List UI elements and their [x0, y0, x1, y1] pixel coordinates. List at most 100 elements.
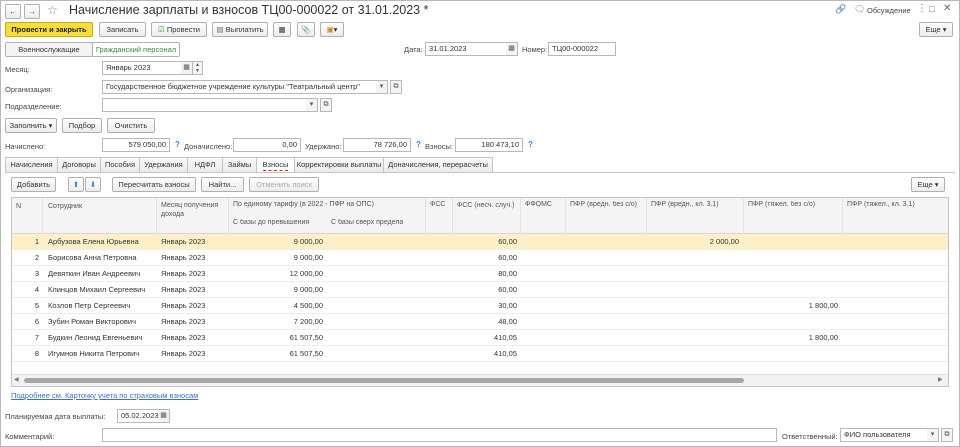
cell-n[interactable]: 2	[12, 250, 39, 265]
cell-base[interactable]: 9 000,00	[233, 282, 323, 297]
toggle-civil[interactable]: Гражданский персонал	[92, 42, 180, 57]
report-button[interactable]: ▦	[273, 22, 291, 37]
department-open-icon[interactable]: ⧉	[320, 98, 332, 112]
responsible-dropdown-icon[interactable]: ▾	[927, 428, 939, 442]
cell-base[interactable]: 9 000,00	[233, 250, 323, 265]
save-button[interactable]: Записать	[99, 22, 146, 37]
cancel-search-button[interactable]: Отменить поиск	[249, 177, 319, 192]
cell-n[interactable]: 5	[12, 298, 39, 313]
month-field[interactable]: Январь 2023	[102, 61, 182, 75]
cell-month[interactable]: Январь 2023	[161, 234, 226, 249]
header-fss[interactable]: ФСС	[430, 201, 445, 208]
month-calendar-icon[interactable]: ▦	[181, 61, 193, 75]
close-icon[interactable]: ✕	[943, 3, 951, 14]
cell-pfr-heavy[interactable]	[748, 250, 838, 265]
tab-more-button[interactable]: Еще ▾	[911, 177, 945, 192]
maximize-icon[interactable]: □	[929, 4, 934, 14]
header-pfr-harm[interactable]: ПФР (вредн. без с/о)	[570, 201, 637, 208]
department-field[interactable]	[102, 98, 307, 112]
month-stepper[interactable]: ▲ ▼	[193, 61, 203, 75]
cell-fss-acc[interactable]: 410,05	[457, 330, 517, 345]
table-row[interactable]: 4 Клинцов Михаил Сергеевич Январь 2023 9 00…	[12, 282, 948, 298]
responsible-field[interactable]: ФИО пользователя	[840, 428, 928, 442]
table-row[interactable]: 2 Борисова Анна Петровна Январь 2023 9 000,…	[12, 250, 948, 266]
cell-pfr-harm-cl[interactable]	[651, 346, 739, 361]
cell-employee[interactable]: Игумнов Никита Петрович	[48, 346, 154, 361]
header-pfr-heavy-cl[interactable]: ПФР (тяжел., кл. 3.1)	[847, 201, 915, 208]
cell-base[interactable]: 12 000,00	[233, 266, 323, 281]
table-row[interactable]: 7 Будкин Леонид Евгеньевич Январь 2023 61 5…	[12, 330, 948, 346]
table-row[interactable]: 3 Девяткин Иван Андреевич Январь 2023 12 00…	[12, 266, 948, 282]
post-and-close-button[interactable]: Провести и закрыть	[5, 22, 93, 37]
cell-n[interactable]: 1	[12, 234, 39, 249]
header-month[interactable]: Месяц получения дохода	[161, 201, 225, 219]
cell-pfr-harm-cl[interactable]: 2 000,00	[651, 234, 739, 249]
header-base-over[interactable]: С базы сверх предела	[331, 219, 403, 226]
create-based-button[interactable]: ▣▾	[320, 22, 344, 37]
fill-button[interactable]: Заполнить ▾	[5, 118, 57, 133]
header-employee[interactable]: Сотрудник	[48, 203, 82, 210]
toggle-military[interactable]: Военнослужащие	[5, 42, 93, 57]
responsible-open-icon[interactable]: ⧉	[941, 428, 953, 442]
tab-loans[interactable]: Займы	[222, 157, 257, 172]
tab-deductions[interactable]: Удержания	[139, 157, 188, 172]
tab-additional-accruals[interactable]: Доначисления, перерасчеты	[383, 157, 493, 172]
cell-pfr-heavy[interactable]	[748, 234, 838, 249]
cell-n[interactable]: 4	[12, 282, 39, 297]
cell-base[interactable]: 61 507,50	[233, 346, 323, 361]
post-button[interactable]: ☑ Провести	[151, 22, 207, 37]
cell-employee[interactable]: Борисова Анна Петровна	[48, 250, 154, 265]
cell-employee[interactable]: Девяткин Иван Андреевич	[48, 266, 154, 281]
pay-date-field[interactable]: 05.02.2023	[117, 409, 159, 423]
cell-fss-acc[interactable]: 60,00	[457, 234, 517, 249]
cell-pfr-heavy[interactable]	[748, 282, 838, 297]
horizontal-scrollbar[interactable]: ◀ ▶	[12, 374, 948, 386]
forward-button[interactable]: →	[24, 4, 40, 19]
accrued-help-icon[interactable]: ?	[175, 140, 180, 149]
cell-base[interactable]: 61 507,50	[233, 330, 323, 345]
header-pfr-heavy[interactable]: ПФР (тяжел. без с/о)	[748, 201, 815, 208]
cell-base[interactable]: 9 000,00	[233, 234, 323, 249]
attach-button[interactable]: 📎	[297, 22, 315, 37]
cell-fss-acc[interactable]: 410,05	[457, 346, 517, 361]
comment-field[interactable]	[102, 428, 777, 442]
table-row[interactable]: 8 Игумнов Никита Петрович Январь 2023 61 50…	[12, 346, 948, 362]
cell-pfr-heavy[interactable]: 1 800,00	[748, 330, 838, 345]
header-single-tariff[interactable]: По единому тарифу (в 2022 - ПФР на ОПС)	[233, 201, 374, 208]
cell-pfr-harm-cl[interactable]	[651, 314, 739, 329]
header-ffoms[interactable]: ФФОМС	[525, 201, 552, 208]
recalculate-button[interactable]: Пересчитать взносы	[112, 177, 196, 192]
cell-pfr-heavy[interactable]	[748, 314, 838, 329]
contributions-table[interactable]: N Сотрудник Месяц получения дохода По ед…	[11, 197, 949, 387]
cell-pfr-harm-cl[interactable]	[651, 330, 739, 345]
cell-employee[interactable]: Зубин Роман Викторович	[48, 314, 154, 329]
cell-employee[interactable]: Будкин Леонид Евгеньевич	[48, 330, 154, 345]
select-button[interactable]: Подбор	[62, 118, 102, 133]
add-button[interactable]: Добавить	[11, 177, 56, 192]
cell-month[interactable]: Январь 2023	[161, 282, 226, 297]
date-field[interactable]: 31.01.2023	[425, 42, 507, 56]
cell-n[interactable]: 8	[12, 346, 39, 361]
pay-button[interactable]: ▤ Выплатить	[212, 22, 268, 37]
find-button[interactable]: Найти...	[201, 177, 244, 192]
header-n[interactable]: N	[16, 203, 21, 210]
insurance-card-link[interactable]: Подробнее см. Карточку учета по страховы…	[11, 391, 198, 400]
cell-month[interactable]: Январь 2023	[161, 330, 226, 345]
move-up-button[interactable]: ⬆	[68, 177, 84, 192]
cell-fss-acc[interactable]: 60,00	[457, 250, 517, 265]
organization-open-icon[interactable]: ⧉	[390, 80, 402, 94]
withheld-help-icon[interactable]: ?	[416, 140, 421, 149]
tab-contributions[interactable]: Взносы	[256, 157, 295, 173]
cell-pfr-harm-cl[interactable]	[651, 298, 739, 313]
clear-button[interactable]: Очистить	[107, 118, 155, 133]
move-down-button[interactable]: ⬇	[85, 177, 101, 192]
cell-pfr-heavy[interactable]: 1 800,00	[748, 298, 838, 313]
table-row[interactable]: 1 Арбузова Елена Юрьевна Январь 2023 9 000,…	[12, 234, 948, 250]
table-row[interactable]: 5 Козлов Петр Сергеевич Январь 2023 4 500,0…	[12, 298, 948, 314]
discussion-label[interactable]: Обсуждение	[867, 6, 911, 15]
scroll-left-arrow[interactable]: ◀	[14, 376, 19, 383]
cell-fss-acc[interactable]: 80,00	[457, 266, 517, 281]
table-row[interactable]: 6 Зубин Роман Викторович Январь 2023 7 200,…	[12, 314, 948, 330]
cell-n[interactable]: 6	[12, 314, 39, 329]
scroll-right-arrow[interactable]: ▶	[938, 376, 943, 383]
